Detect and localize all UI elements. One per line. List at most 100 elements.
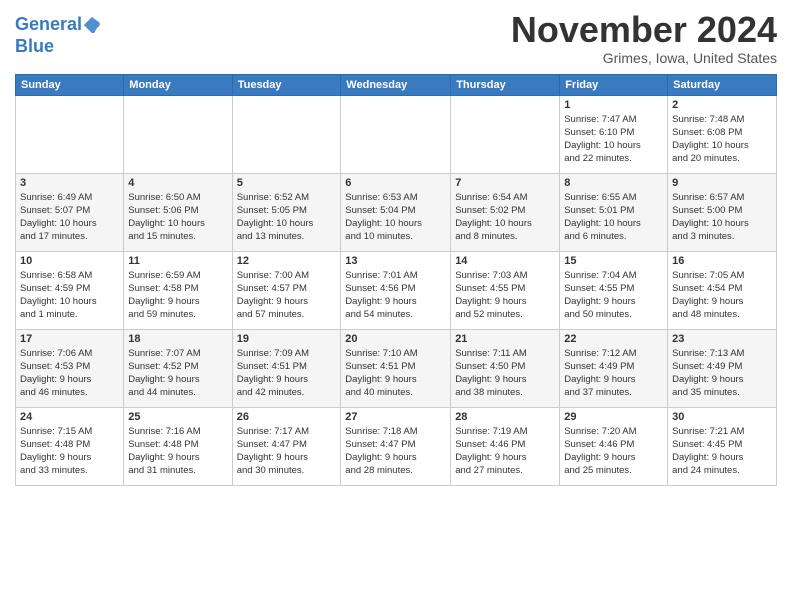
calendar-cell: 8 Sunrise: 6:55 AMSunset: 5:01 PMDaylight… — [560, 173, 668, 251]
day-number: 2 — [672, 99, 772, 111]
day-info: Sunrise: 7:04 AMSunset: 4:55 PMDaylight:… — [564, 269, 663, 322]
header-tuesday: Tuesday — [232, 74, 341, 95]
calendar-week-row-4: 24Sunrise: 7:15 AMSunset: 4:48 PMDayligh… — [16, 407, 777, 485]
calendar-cell: 1 Sunrise: 7:47 AMSunset: 6:10 PMDaylight… — [560, 95, 668, 173]
day-number: 17 — [20, 333, 119, 345]
day-info: Sunrise: 7:18 AMSunset: 4:47 PMDaylight:… — [345, 425, 446, 478]
logo-icon — [82, 15, 102, 35]
day-info: Sunrise: 6:53 AMSunset: 5:04 PMDaylight:… — [345, 191, 446, 244]
calendar-cell: 18 Sunrise: 7:07 AMSunset: 4:52 PMDayligh… — [124, 329, 232, 407]
calendar-cell — [341, 95, 451, 173]
day-number: 1 — [564, 99, 663, 111]
calendar-cell — [451, 95, 560, 173]
calendar-header-row: Sunday Monday Tuesday Wednesday Thursday… — [16, 74, 777, 95]
day-info: Sunrise: 7:17 AMSunset: 4:47 PMDaylight:… — [237, 425, 337, 478]
day-number: 8 — [564, 177, 663, 189]
day-info: Sunrise: 7:13 AMSunset: 4:49 PMDaylight:… — [672, 347, 772, 400]
calendar-cell: 7 Sunrise: 6:54 AMSunset: 5:02 PMDaylight… — [451, 173, 560, 251]
calendar-cell: 5 Sunrise: 6:52 AMSunset: 5:05 PMDaylight… — [232, 173, 341, 251]
day-info: Sunrise: 7:47 AMSunset: 6:10 PMDaylight:… — [564, 113, 663, 166]
day-info: Sunrise: 7:07 AMSunset: 4:52 PMDaylight:… — [128, 347, 227, 400]
day-number: 19 — [237, 333, 337, 345]
day-info: Sunrise: 7:21 AMSunset: 4:45 PMDaylight:… — [672, 425, 772, 478]
day-number: 22 — [564, 333, 663, 345]
calendar-cell: 14Sunrise: 7:03 AMSunset: 4:55 PMDayligh… — [451, 251, 560, 329]
day-number: 4 — [128, 177, 227, 189]
day-info: Sunrise: 7:03 AMSunset: 4:55 PMDaylight:… — [455, 269, 555, 322]
calendar-cell: 3 Sunrise: 6:49 AMSunset: 5:07 PMDaylight… — [16, 173, 124, 251]
day-info: Sunrise: 6:52 AMSunset: 5:05 PMDaylight:… — [237, 191, 337, 244]
day-number: 11 — [128, 255, 227, 267]
day-number: 16 — [672, 255, 772, 267]
day-number: 13 — [345, 255, 446, 267]
day-number: 3 — [20, 177, 119, 189]
day-info: Sunrise: 6:57 AMSunset: 5:00 PMDaylight:… — [672, 191, 772, 244]
day-number: 25 — [128, 411, 227, 423]
day-number: 21 — [455, 333, 555, 345]
day-number: 15 — [564, 255, 663, 267]
day-info: Sunrise: 6:55 AMSunset: 5:01 PMDaylight:… — [564, 191, 663, 244]
day-number: 23 — [672, 333, 772, 345]
calendar-cell: 4Sunrise: 6:50 AMSunset: 5:06 PMDaylight… — [124, 173, 232, 251]
header-wednesday: Wednesday — [341, 74, 451, 95]
calendar-week-row-1: 3 Sunrise: 6:49 AMSunset: 5:07 PMDaylight… — [16, 173, 777, 251]
calendar-cell: 16Sunrise: 7:05 AMSunset: 4:54 PMDayligh… — [668, 251, 777, 329]
day-info: Sunrise: 7:11 AMSunset: 4:50 PMDaylight:… — [455, 347, 555, 400]
header-saturday: Saturday — [668, 74, 777, 95]
calendar-cell: 12 Sunrise: 7:00 AMSunset: 4:57 PMDayligh… — [232, 251, 341, 329]
day-number: 10 — [20, 255, 119, 267]
day-number: 5 — [237, 177, 337, 189]
page-container: General Blue November 2024 Grimes, Iowa,… — [0, 0, 792, 491]
day-info: Sunrise: 7:16 AMSunset: 4:48 PMDaylight:… — [128, 425, 227, 478]
day-number: 9 — [672, 177, 772, 189]
day-number: 30 — [672, 411, 772, 423]
header: General Blue November 2024 Grimes, Iowa,… — [15, 10, 777, 66]
calendar-cell: 25 Sunrise: 7:16 AMSunset: 4:48 PMDayligh… — [124, 407, 232, 485]
day-number: 27 — [345, 411, 446, 423]
calendar-cell: 27 Sunrise: 7:18 AMSunset: 4:47 PMDayligh… — [341, 407, 451, 485]
day-info: Sunrise: 6:54 AMSunset: 5:02 PMDaylight:… — [455, 191, 555, 244]
calendar-week-row-3: 17 Sunrise: 7:06 AMSunset: 4:53 PMDayligh… — [16, 329, 777, 407]
calendar-cell — [124, 95, 232, 173]
calendar-cell — [16, 95, 124, 173]
logo-text: General — [15, 14, 102, 36]
day-info: Sunrise: 7:06 AMSunset: 4:53 PMDaylight:… — [20, 347, 119, 400]
day-number: 12 — [237, 255, 337, 267]
calendar-cell: 24Sunrise: 7:15 AMSunset: 4:48 PMDayligh… — [16, 407, 124, 485]
day-info: Sunrise: 6:58 AMSunset: 4:59 PMDaylight:… — [20, 269, 119, 322]
day-info: Sunrise: 7:09 AMSunset: 4:51 PMDaylight:… — [237, 347, 337, 400]
day-info: Sunrise: 6:49 AMSunset: 5:07 PMDaylight:… — [20, 191, 119, 244]
day-info: Sunrise: 7:48 AMSunset: 6:08 PMDaylight:… — [672, 113, 772, 166]
calendar-cell: 20Sunrise: 7:10 AMSunset: 4:51 PMDayligh… — [341, 329, 451, 407]
calendar-week-row-0: 1 Sunrise: 7:47 AMSunset: 6:10 PMDaylight… — [16, 95, 777, 173]
calendar-cell: 30 Sunrise: 7:21 AMSunset: 4:45 PMDayligh… — [668, 407, 777, 485]
calendar-cell: 17 Sunrise: 7:06 AMSunset: 4:53 PMDayligh… — [16, 329, 124, 407]
title-area: November 2024 Grimes, Iowa, United State… — [511, 10, 777, 66]
calendar-cell: 6 Sunrise: 6:53 AMSunset: 5:04 PMDaylight… — [341, 173, 451, 251]
header-monday: Monday — [124, 74, 232, 95]
header-thursday: Thursday — [451, 74, 560, 95]
calendar-cell: 26 Sunrise: 7:17 AMSunset: 4:47 PMDayligh… — [232, 407, 341, 485]
logo: General Blue — [15, 14, 102, 57]
day-number: 20 — [345, 333, 446, 345]
header-friday: Friday — [560, 74, 668, 95]
calendar-cell: 2 Sunrise: 7:48 AMSunset: 6:08 PMDaylight… — [668, 95, 777, 173]
calendar-cell: 13Sunrise: 7:01 AMSunset: 4:56 PMDayligh… — [341, 251, 451, 329]
day-info: Sunrise: 7:00 AMSunset: 4:57 PMDaylight:… — [237, 269, 337, 322]
day-number: 7 — [455, 177, 555, 189]
day-number: 26 — [237, 411, 337, 423]
calendar-cell: 15 Sunrise: 7:04 AMSunset: 4:55 PMDayligh… — [560, 251, 668, 329]
day-info: Sunrise: 7:12 AMSunset: 4:49 PMDaylight:… — [564, 347, 663, 400]
header-sunday: Sunday — [16, 74, 124, 95]
calendar-cell: 29Sunrise: 7:20 AMSunset: 4:46 PMDayligh… — [560, 407, 668, 485]
calendar-cell — [232, 95, 341, 173]
day-number: 28 — [455, 411, 555, 423]
calendar-week-row-2: 10 Sunrise: 6:58 AMSunset: 4:59 PMDayligh… — [16, 251, 777, 329]
day-info: Sunrise: 7:15 AMSunset: 4:48 PMDaylight:… — [20, 425, 119, 478]
day-number: 18 — [128, 333, 227, 345]
day-number: 29 — [564, 411, 663, 423]
calendar-cell: 22 Sunrise: 7:12 AMSunset: 4:49 PMDayligh… — [560, 329, 668, 407]
month-title: November 2024 — [511, 10, 777, 50]
calendar-cell: 21 Sunrise: 7:11 AMSunset: 4:50 PMDayligh… — [451, 329, 560, 407]
day-number: 6 — [345, 177, 446, 189]
